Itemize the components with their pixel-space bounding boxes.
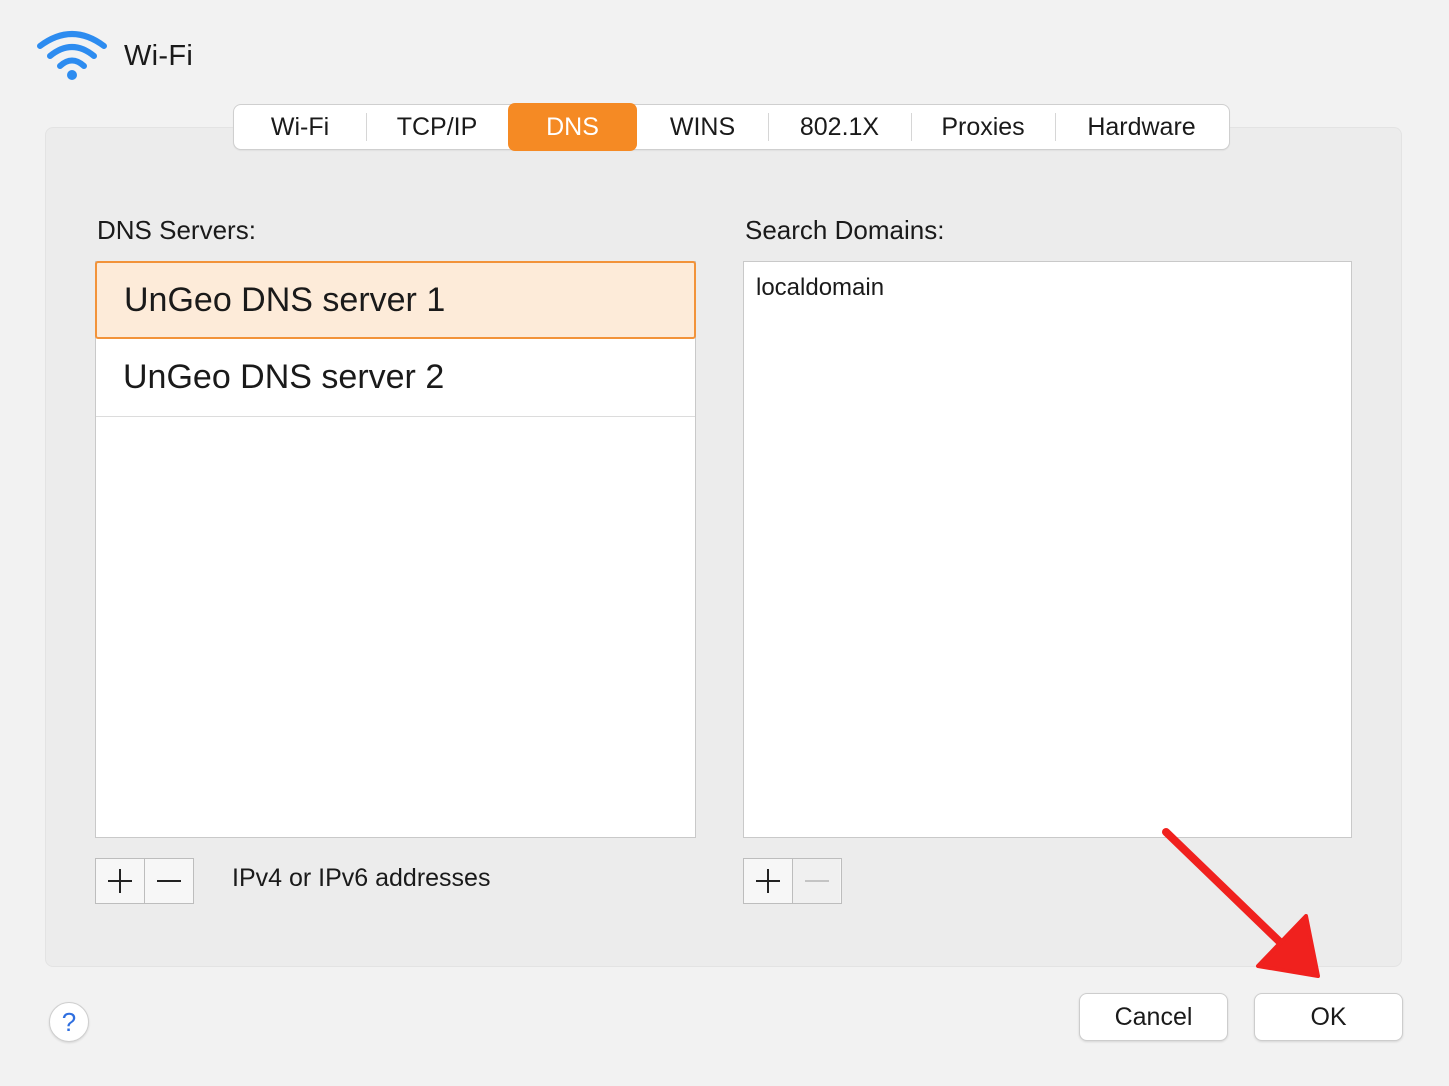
add-search-domain-button[interactable] <box>744 859 792 903</box>
tab-proxies[interactable]: Proxies <box>911 105 1055 149</box>
wifi-icon <box>37 31 107 80</box>
minus-icon <box>156 880 181 882</box>
window-header: Wi-Fi <box>36 26 193 86</box>
tab-8021x[interactable]: 802.1X <box>768 105 911 149</box>
minus-icon <box>804 880 829 882</box>
tab-wifi[interactable]: Wi-Fi <box>234 105 366 149</box>
window-title: Wi-Fi <box>124 39 194 72</box>
ok-button[interactable]: OK <box>1254 993 1403 1041</box>
plus-icon <box>108 869 132 893</box>
search-domains-list[interactable]: localdomain <box>743 261 1352 838</box>
tab-hardware[interactable]: Hardware <box>1055 105 1228 149</box>
search-domains-label: Search Domains: <box>745 215 945 245</box>
search-domain-value: localdomain <box>756 274 885 301</box>
dns-server-row[interactable]: UnGeo DNS server 2 <box>96 339 695 417</box>
add-dns-server-button[interactable] <box>96 859 144 903</box>
search-domains-buttons <box>743 858 842 904</box>
dns-servers-hint: IPv4 or IPv6 addresses <box>232 864 491 892</box>
dns-server-value: UnGeo DNS server 2 <box>123 358 445 396</box>
tab-dns[interactable]: DNS <box>508 103 637 151</box>
cancel-button[interactable]: Cancel <box>1079 993 1228 1041</box>
search-domain-row[interactable]: localdomain <box>744 262 1351 314</box>
dns-servers-buttons <box>95 858 194 904</box>
remove-search-domain-button[interactable] <box>792 859 840 903</box>
dns-server-value: UnGeo DNS server 1 <box>124 280 446 319</box>
tab-wins[interactable]: WINS <box>637 105 768 149</box>
tab-bar: Wi-Fi TCP/IP DNS WINS 802.1X Proxies Har… <box>233 103 1230 151</box>
dns-servers-label: DNS Servers: <box>97 215 256 245</box>
tab-tcpip[interactable]: TCP/IP <box>366 105 508 149</box>
help-button[interactable]: ? <box>49 1002 89 1042</box>
remove-dns-server-button[interactable] <box>144 859 192 903</box>
dns-server-row[interactable]: UnGeo DNS server 1 <box>95 261 696 339</box>
plus-icon <box>756 869 780 893</box>
help-icon: ? <box>61 1006 77 1037</box>
dns-servers-list[interactable]: UnGeo DNS server 1 UnGeo DNS server 2 <box>95 261 696 838</box>
